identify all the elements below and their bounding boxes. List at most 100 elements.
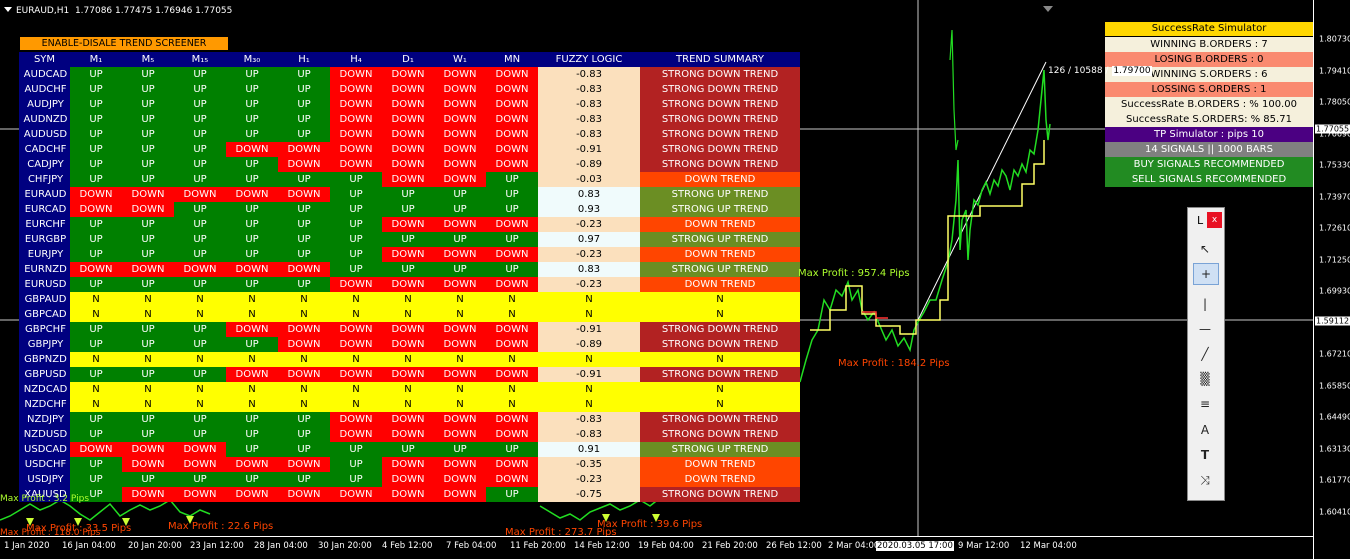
symbol-cell[interactable]: AUDCAD [19,67,70,82]
symbol-cell[interactable]: USDCHF [19,457,70,472]
enable-trend-screener-button[interactable]: ENABLE-DISALE TREND SCREENER [20,37,228,50]
timeframe-cell: UP [122,172,174,187]
timeframe-cell: UP [278,217,330,232]
time-axis[interactable] [0,536,1313,537]
symbol-cell[interactable]: NZDCAD [19,382,70,397]
cursor-arrow-icon[interactable]: ↖ [1193,239,1217,259]
symbol-cell[interactable]: USDCAD [19,442,70,457]
simulator-title[interactable]: SuccessRate Simulator [1105,22,1313,36]
symbol-cell[interactable]: GBPCHF [19,322,70,337]
symbol-cell[interactable]: CADJPY [19,157,70,172]
symbol-cell[interactable]: EURGBP [19,232,70,247]
table-row: GBPCAD N N N N N N N N N N N [19,307,800,322]
horizontal-line-icon[interactable]: — [1193,319,1217,339]
chart-shift-marker[interactable] [1043,6,1053,12]
equidistant-channel-icon[interactable]: ▒ [1193,369,1217,389]
timeframe-cell: DOWN [434,487,486,502]
timeframe-cell: DOWN [226,322,278,337]
toolbox-titlebar[interactable]: L x [1188,208,1224,232]
timeframe-cell: UP [70,142,122,157]
symbol-cell[interactable]: EURUSD [19,277,70,292]
tp-simulator-button[interactable]: TP Simulator : pips 10 [1105,127,1313,142]
cursor-time-tag: 2020.03.05 17:00 [876,541,954,551]
price-tick-label: 1.71250 [1319,255,1350,264]
time-tick-label: 1 Jan 2020 [4,541,50,551]
symbol-cell[interactable]: GBPCAD [19,307,70,322]
fuzzy-logic-cell: -0.23 [538,247,640,262]
timeframe-cell: DOWN [122,187,174,202]
timeframe-cell: UP [486,487,538,502]
vertical-line-icon[interactable]: | [1193,294,1217,314]
trendline-icon[interactable]: ╱ [1193,344,1217,364]
symbol-cell[interactable]: AUDUSD [19,127,70,142]
time-tick-label: 9 Mar 12:00 [958,541,1010,551]
timeframe-cell: UP [226,247,278,262]
symbol-cell[interactable]: EURJPY [19,247,70,262]
timeframe-cell: UP [122,472,174,487]
text-icon[interactable]: A [1193,420,1217,440]
timeframe-cell: DOWN [330,277,382,292]
symbol-cell[interactable]: EURCHF [19,217,70,232]
time-tick-label: 28 Jan 04:00 [254,541,308,551]
chart-menu-triangle-icon[interactable] [4,7,12,12]
symbol-cell[interactable]: GBPNZD [19,352,70,367]
trend-summary-cell: DOWN TREND [640,217,800,232]
table-row: AUDJPY UP UP UP UP UP DOWN DOWN DOWN DOWN -0.83 STR… [19,97,800,112]
timeframe-cell: N [70,397,122,412]
fuzzy-logic-cell: -0.91 [538,142,640,157]
symbol-cell[interactable]: EURNZD [19,262,70,277]
symbol-cell[interactable]: AUDCHF [19,82,70,97]
price-tick-label: 1.78050 [1319,97,1350,107]
table-row: AUDCHF UP UP UP UP UP DOWN DOWN DOWN DOWN -0.83 STR… [19,82,800,97]
signals-count-button[interactable]: 14 SIGNALS || 1000 BARS [1105,142,1313,157]
timeframe-cell: DOWN [382,472,434,487]
timeframe-cell: UP [70,112,122,127]
fibonacci-icon[interactable]: ≡ [1193,394,1217,414]
drawing-toolbox[interactable]: L x ↖ + | — ╱ ▒ ≡ A 𝗧 ⤨ [1187,207,1225,501]
symbol-cell[interactable]: AUDNZD [19,112,70,127]
timeframe-cell: DOWN [434,97,486,112]
symbol-cell[interactable]: NZDCHF [19,397,70,412]
timeframe-cell: UP [70,217,122,232]
crosshair-icon[interactable]: + [1193,263,1219,285]
symbol-cell[interactable]: GBPJPY [19,337,70,352]
symbol-cell[interactable]: USDJPY [19,472,70,487]
toolbox-close-button[interactable]: x [1207,212,1222,228]
symbol-cell[interactable]: EURAUD [19,187,70,202]
timeframe-cell: DOWN [382,277,434,292]
symbol-cell[interactable]: EURCAD [19,202,70,217]
column-header: H₄ [330,52,382,67]
text-label-icon[interactable]: 𝗧 [1193,445,1217,465]
table-row: AUDCAD UP UP UP UP UP DOWN DOWN DOWN DOWN -0.83 STR… [19,67,800,82]
timeframe-cell: N [278,397,330,412]
timeframe-cell: UP [278,202,330,217]
symbol-cell[interactable]: AUDJPY [19,97,70,112]
trend-summary-cell: STRONG DOWN TREND [640,337,800,352]
buy-signals-recommended: BUY SIGNALS RECOMMENDED [1105,157,1313,172]
timeframe-cell: DOWN [278,367,330,382]
time-tick-label: 26 Feb 12:00 [766,541,822,551]
timeframe-cell: UP [174,277,226,292]
symbol-cell[interactable]: CHFJPY [19,172,70,187]
timeframe-cell: UP [382,232,434,247]
symbol-cell[interactable]: CADCHF [19,142,70,157]
symbol-cell[interactable]: NZDUSD [19,427,70,442]
time-tick-label: 20 Jan 20:00 [128,541,182,551]
table-row: NZDCHF N N N N N N N N N N N [19,397,800,412]
timeframe-cell: UP [174,97,226,112]
symbol-cell[interactable]: GBPAUD [19,292,70,307]
symbol-cell[interactable]: GBPUSD [19,367,70,382]
timeframe-cell: UP [70,277,122,292]
timeframe-cell: DOWN [278,187,330,202]
timeframe-cell: UP [122,67,174,82]
timeframe-cell: N [330,397,382,412]
symbol-cell[interactable]: NZDJPY [19,412,70,427]
timeframe-cell: UP [330,457,382,472]
timeframe-cell: UP [226,412,278,427]
arrows-shapes-icon[interactable]: ⤨ [1193,470,1217,490]
timeframe-cell: UP [278,412,330,427]
price-tick-label: 1.75330 [1319,160,1350,170]
timeframe-cell: UP [278,97,330,112]
timeframe-cell: UP [226,67,278,82]
trend-summary-cell: DOWN TREND [640,277,800,292]
